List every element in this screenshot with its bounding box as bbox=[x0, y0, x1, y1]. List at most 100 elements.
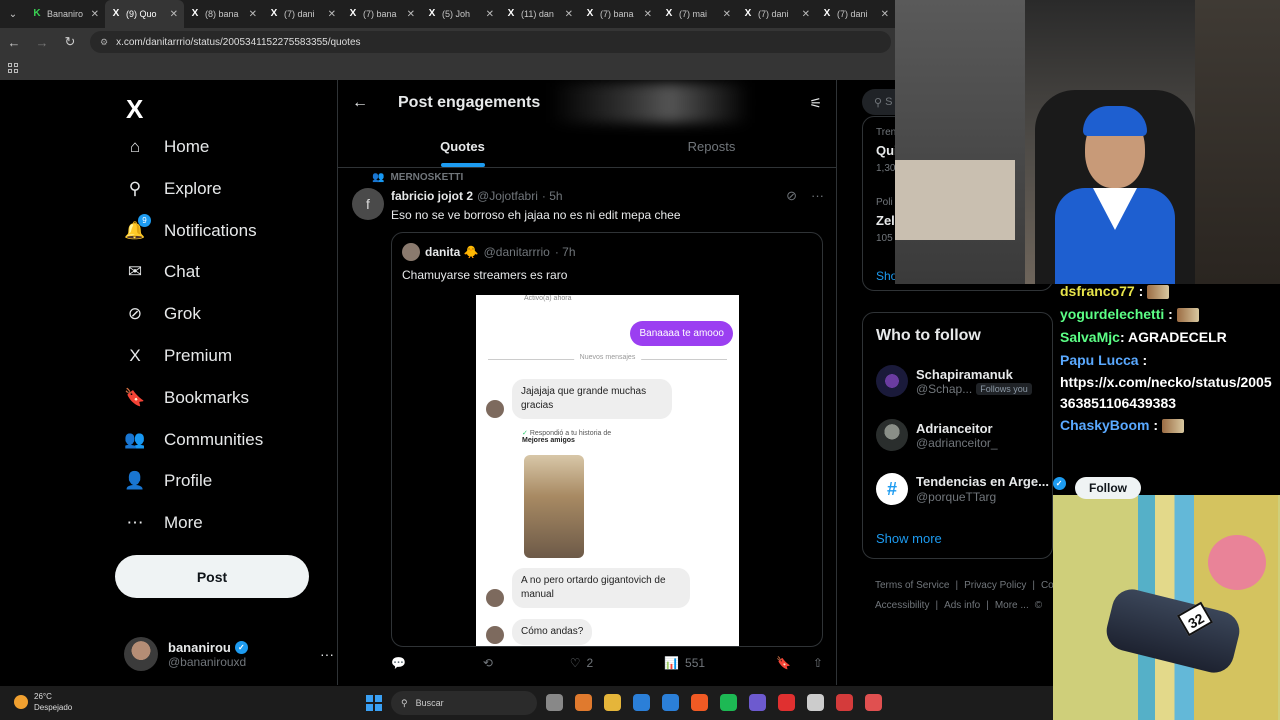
footer-link[interactable]: Co bbox=[1041, 580, 1054, 591]
avatar bbox=[486, 589, 504, 607]
close-tab-icon[interactable]: ✕ bbox=[881, 9, 889, 20]
follow-suggestion[interactable]: Schapiramanuk @Schap... Follows you bbox=[876, 365, 1032, 397]
browser-tab[interactable]: X (7) dani ✕ bbox=[737, 0, 816, 28]
browser-tab[interactable]: X (7) mai ✕ bbox=[658, 0, 737, 28]
footer-link[interactable]: Privacy Policy bbox=[964, 580, 1026, 591]
trend-count: 105 bbox=[876, 233, 893, 244]
site-info-icon[interactable]: ⚙ bbox=[100, 37, 108, 48]
tab-title: (7) mai bbox=[679, 9, 708, 19]
x-logo-icon[interactable]: X bbox=[126, 94, 143, 125]
apps-grid-icon[interactable] bbox=[8, 63, 18, 73]
follow-button[interactable]: Follow bbox=[1075, 477, 1141, 499]
taskbar-app-icon[interactable] bbox=[865, 694, 882, 711]
browser-tab[interactable]: X (11) dan ✕ bbox=[500, 0, 579, 28]
nav-item-label: Communities bbox=[164, 429, 264, 449]
taskbar-app-icon[interactable] bbox=[662, 694, 679, 711]
tab-title: (5) Joh bbox=[442, 9, 471, 19]
close-tab-icon[interactable]: ✕ bbox=[644, 9, 652, 20]
quote-tweet[interactable]: 👥 MERNOSKETTI f fabricio jojot 2 @Jojotf… bbox=[338, 168, 836, 685]
author-name[interactable]: fabricio jojot 2 bbox=[391, 189, 473, 203]
close-tab-icon[interactable]: ✕ bbox=[407, 9, 415, 20]
follow-suggestion[interactable]: Adrianceitor @adrianceitor_ bbox=[876, 419, 998, 451]
taskbar-app-icon[interactable] bbox=[691, 694, 708, 711]
taskbar-app-icon[interactable] bbox=[720, 694, 737, 711]
follow-suggestion[interactable]: # Tendencias en Arge... ✓ @porqueTTarg bbox=[876, 473, 1066, 505]
chat-screenshot-image[interactable]: Activo(a) ahora Banaaaa te amooo Nuevos … bbox=[476, 295, 739, 646]
footer-link[interactable]: More ... bbox=[995, 600, 1029, 611]
browser-tab[interactable]: X (7) bana ✕ bbox=[579, 0, 658, 28]
browser-tab[interactable]: X (7) bana ✕ bbox=[342, 0, 421, 28]
tab-search-icon[interactable]: ⌄ bbox=[0, 9, 26, 20]
nav-item-grok[interactable]: ⊘ Grok bbox=[124, 303, 201, 325]
show-more-link[interactable]: Show more bbox=[876, 531, 942, 546]
webcam-overlay bbox=[895, 0, 1280, 284]
nav-item-communities[interactable]: 👥 Communities bbox=[124, 429, 263, 451]
grok-icon[interactable]: ⊘ bbox=[786, 188, 797, 204]
nav-item-more[interactable]: ⋯ More bbox=[124, 512, 203, 534]
bookmark-icon[interactable]: 🔖 bbox=[776, 656, 791, 670]
filter-settings-icon[interactable]: ⚟ bbox=[809, 95, 822, 112]
browser-tab[interactable]: X (7) dani ✕ bbox=[816, 0, 895, 28]
taskbar-app-icon[interactable] bbox=[778, 694, 795, 711]
taskbar-app-icon[interactable] bbox=[749, 694, 766, 711]
nav-item-home[interactable]: ⌂ Home bbox=[124, 136, 210, 158]
like-button[interactable]: ♡ 2 bbox=[570, 656, 593, 670]
suggestion-handle: @porqueTTarg bbox=[916, 490, 997, 504]
close-tab-icon[interactable]: ✕ bbox=[328, 9, 336, 20]
footer-link[interactable]: Terms of Service bbox=[875, 580, 949, 591]
taskbar-app-icon[interactable] bbox=[575, 694, 592, 711]
taskbar-search[interactable]: ⚲ Buscar bbox=[391, 691, 537, 715]
taskbar-app-icon[interactable] bbox=[836, 694, 853, 711]
forward-arrow-icon[interactable]: → bbox=[34, 35, 50, 50]
nav-item-explore[interactable]: ⚲ Explore bbox=[124, 178, 222, 200]
footer-link[interactable]: Accessibility bbox=[875, 600, 929, 611]
tweet-time[interactable]: · 5h bbox=[542, 189, 563, 203]
tab-title: Bananiro bbox=[47, 9, 84, 19]
taskbar-app-icon[interactable] bbox=[604, 694, 621, 711]
close-tab-icon[interactable]: ✕ bbox=[802, 9, 810, 20]
bell-icon: 🔔 9 bbox=[124, 213, 151, 242]
close-tab-icon[interactable]: ✕ bbox=[723, 9, 731, 20]
share-icon[interactable]: ⇧ bbox=[813, 656, 823, 670]
browser-tab[interactable]: X (8) bana ✕ bbox=[184, 0, 263, 28]
nav-item-bookmarks[interactable]: 🔖 Bookmarks bbox=[124, 387, 249, 409]
close-tab-icon[interactable]: ✕ bbox=[91, 9, 99, 20]
quoted-tweet[interactable]: danita 🐥 @danitarrrio · 7h Chamuyarse st… bbox=[391, 232, 823, 647]
tab-reposts[interactable]: Reposts bbox=[587, 126, 836, 167]
post-button[interactable]: Post bbox=[115, 555, 309, 598]
nav-item-chat[interactable]: ✉ Chat bbox=[124, 261, 200, 283]
footer-link[interactable]: Ads info bbox=[944, 600, 980, 611]
taskbar-app-icon[interactable] bbox=[546, 694, 563, 711]
nav-item-premium[interactable]: X Premium bbox=[124, 345, 232, 367]
more-options-icon[interactable]: ··· bbox=[320, 646, 334, 662]
views-button[interactable]: 📊 551 bbox=[664, 656, 705, 670]
browser-tab[interactable]: K Bananiro ✕ bbox=[26, 0, 105, 28]
chat-user: ChaskyBoom bbox=[1060, 417, 1150, 433]
browser-tab[interactable]: X (9) Quo ✕ bbox=[105, 0, 184, 28]
back-arrow-icon[interactable]: ← bbox=[352, 94, 368, 112]
reload-icon[interactable]: ↻ bbox=[62, 34, 78, 50]
taskbar-app-icon[interactable] bbox=[807, 694, 824, 711]
repost-button[interactable]: ⟲ bbox=[483, 656, 499, 670]
tab-quotes[interactable]: Quotes bbox=[338, 126, 587, 167]
more-options-icon[interactable]: ··· bbox=[811, 188, 824, 204]
close-tab-icon[interactable]: ✕ bbox=[170, 9, 178, 20]
weather-widget[interactable]: 26°C Despejado bbox=[14, 691, 72, 713]
tab-title: (7) dani bbox=[758, 9, 789, 19]
start-button-icon[interactable] bbox=[366, 695, 382, 711]
reply-button[interactable]: 💬 bbox=[391, 656, 412, 670]
url-field[interactable]: ⚙ x.com/danitarrrio/status/2005341152275… bbox=[90, 31, 891, 53]
avatar[interactable]: f bbox=[352, 188, 384, 220]
nav-item-profile[interactable]: 👤 Profile bbox=[124, 470, 212, 492]
trend-title[interactable]: Zel bbox=[876, 213, 895, 228]
author-handle[interactable]: @Jojotfabri bbox=[477, 189, 538, 203]
nav-item-notifications[interactable]: 🔔 9 Notifications bbox=[124, 213, 257, 242]
back-arrow-icon[interactable]: ← bbox=[6, 35, 22, 50]
account-switcher[interactable]: bananirou ✓ @bananirouxd ··· bbox=[124, 634, 334, 674]
browser-tab[interactable]: X (5) Joh ✕ bbox=[421, 0, 500, 28]
close-tab-icon[interactable]: ✕ bbox=[565, 9, 573, 20]
close-tab-icon[interactable]: ✕ bbox=[249, 9, 257, 20]
browser-tab[interactable]: X (7) dani ✕ bbox=[263, 0, 342, 28]
taskbar-app-icon[interactable] bbox=[633, 694, 650, 711]
close-tab-icon[interactable]: ✕ bbox=[486, 9, 494, 20]
